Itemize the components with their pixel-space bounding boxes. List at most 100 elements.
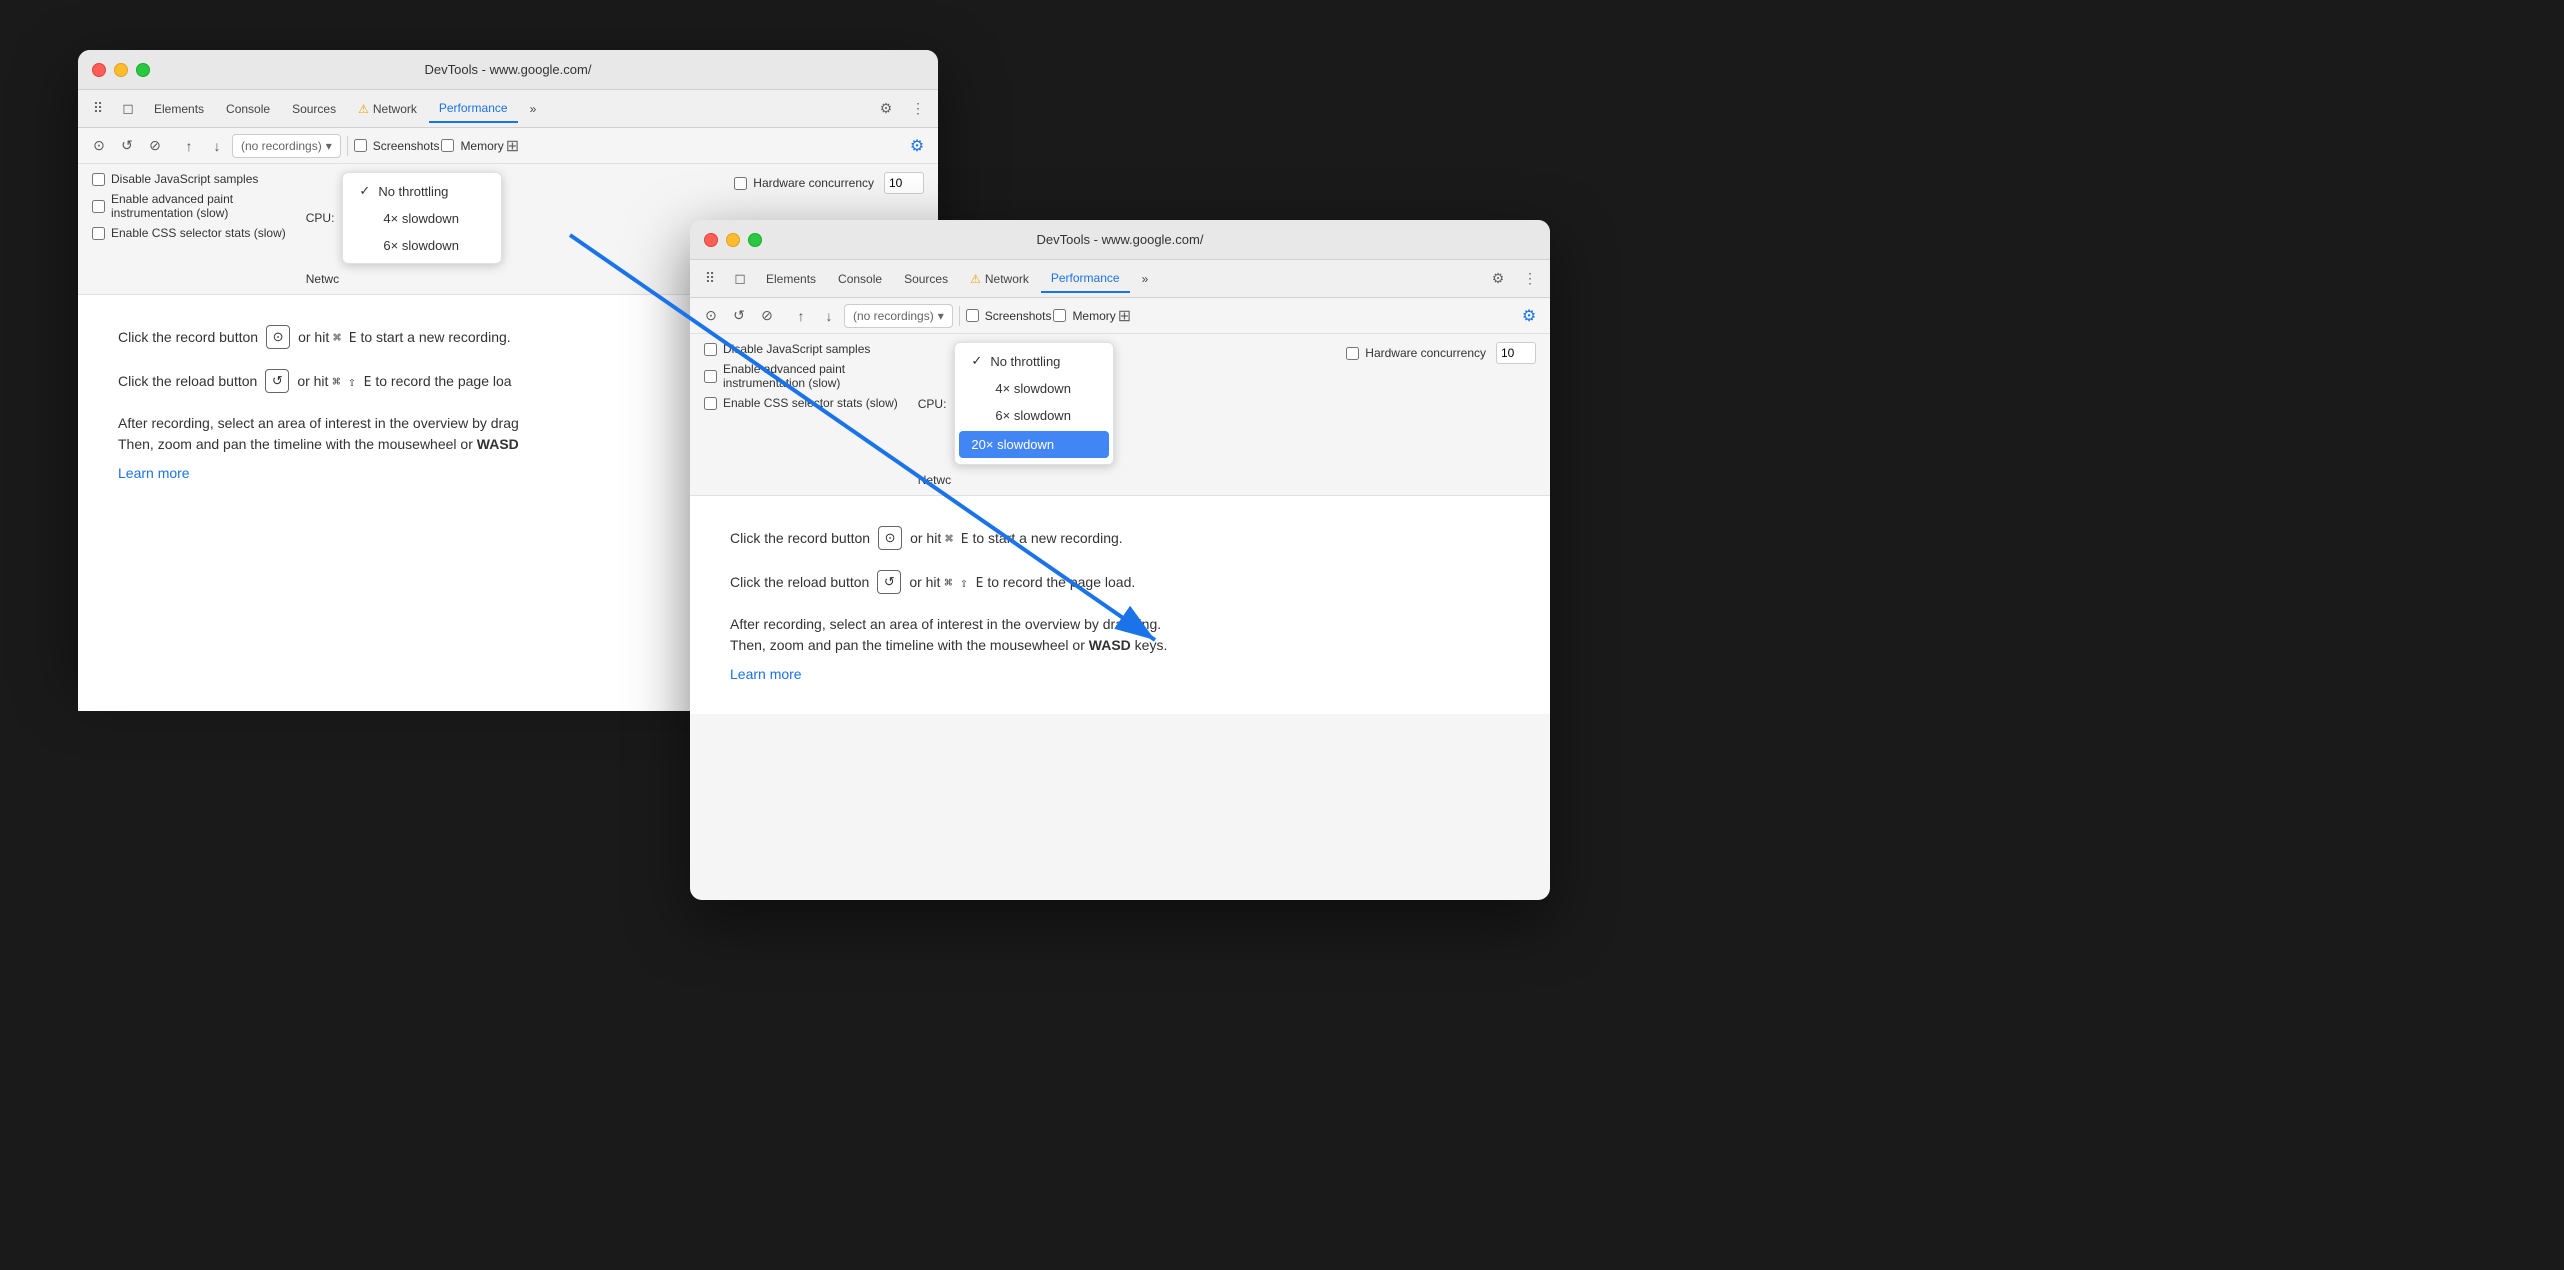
toolbar-front: ⊙ ↺ ⊘ ↑ ↓ (no recordings) ▾ Screenshots … [690,298,1550,334]
settings-row-left-back: Disable JavaScript samples Enable advanc… [92,172,286,240]
recordings-dropdown-back[interactable]: (no recordings) ▾ [232,134,341,158]
learn-more-back[interactable]: Learn more [118,465,190,481]
separator1-front [959,306,960,326]
close-button-back[interactable] [92,63,106,77]
dropdown-no-throttling-back[interactable]: ✓ No throttling [343,177,501,205]
main-content-front: Click the record button ⊙ or hit ⌘ E to … [690,496,1550,714]
minimize-button-back[interactable] [114,63,128,77]
css-selector-front[interactable]: Enable CSS selector stats (slow) [704,396,898,410]
reload-btn-front[interactable]: ↺ [726,303,752,329]
dropdown-4x-front[interactable]: 4× slowdown [955,375,1113,402]
hardware-concurrency-back[interactable]: Hardware concurrency [734,176,874,190]
screenshots-checkbox-front[interactable]: Screenshots [966,309,1052,323]
screenshots-checkbox-back[interactable]: Screenshots [354,139,440,153]
concurrency-input-front[interactable] [1496,342,1536,364]
tab-console-front[interactable]: Console [828,265,892,293]
record-icon-inline-back: ⊙ [266,325,290,349]
dropdown-no-throttling-front[interactable]: ✓ No throttling [955,347,1113,375]
traffic-lights-back [92,63,150,77]
recordings-dropdown-front[interactable]: (no recordings) ▾ [844,304,953,328]
warning-icon-front: ⚠ [970,272,981,286]
maximize-button-front[interactable] [748,233,762,247]
memory-check-back[interactable] [441,139,454,152]
network-row-front: Netwc [918,473,1115,487]
record-btn-front[interactable]: ⊙ [698,303,724,329]
dropdown-20x-front[interactable]: 20× slowdown [959,431,1109,458]
cpu-area-front: CPU: ✓ No throttling 4× slowdown [918,342,1115,487]
gear-btn-front[interactable]: ⚙ [1516,303,1542,329]
memory-check-front[interactable] [1053,309,1066,322]
cpu-dropdown-front[interactable]: ✓ No throttling 4× slowdown 6× slowdown [954,342,1114,465]
tab-more-front[interactable]: » [1132,265,1159,293]
tab-elements-back[interactable]: Elements [144,95,214,123]
chevron-icon-front: ▾ [938,309,944,323]
devtools-icon-back[interactable]: ⠿ [84,95,112,123]
tab-network-front[interactable]: ⚠ Network [960,265,1039,293]
css-selector-back[interactable]: Enable CSS selector stats (slow) [92,226,286,240]
hardware-concurrency-front[interactable]: Hardware concurrency [1346,346,1486,360]
more-icon-front[interactable]: ⋮ [1516,265,1544,293]
disable-js-front[interactable]: Disable JavaScript samples [704,342,898,356]
dropdown-6x-back[interactable]: 6× slowdown [343,232,501,259]
memory-checkbox-front[interactable]: Memory [1053,309,1115,323]
tab-sources-front[interactable]: Sources [894,265,958,293]
tab-right-back: ⚙ ⋮ [872,95,932,123]
advanced-paint-back[interactable]: Enable advanced paintinstrumentation (sl… [92,192,286,220]
network-row-back: Netwc [306,272,503,286]
window-title-front: DevTools - www.google.com/ [1037,232,1204,247]
memory-icon-front: ⊞ [1118,306,1131,326]
tab-more-back[interactable]: » [520,95,547,123]
tab-performance-front[interactable]: Performance [1041,265,1130,293]
record-btn-back[interactable]: ⊙ [86,133,112,159]
devtools-window-front: DevTools - www.google.com/ ⠿ ◻ Elements … [690,220,1550,900]
reload-btn-back[interactable]: ↺ [114,133,140,159]
cpu-area-back: CPU: ✓ No throttling 4× slowdown [306,172,503,286]
toolbar-right-back: ⚙ [904,133,930,159]
tab-performance-back[interactable]: Performance [429,95,518,123]
settings-icon-back[interactable]: ⚙ [872,95,900,123]
tab-console-back[interactable]: Console [216,95,280,123]
inspect-icon-back[interactable]: ◻ [114,95,142,123]
download-btn-back[interactable]: ↓ [204,133,230,159]
clear-btn-back[interactable]: ⊘ [142,133,168,159]
more-icon-back[interactable]: ⋮ [904,95,932,123]
close-button-front[interactable] [704,233,718,247]
gear-btn-back[interactable]: ⚙ [904,133,930,159]
cpu-row-front: CPU: ✓ No throttling 4× slowdown [918,342,1115,465]
reload-instruction-front: Click the reload button ↺ or hit ⌘ ⇧ E t… [730,570,1510,594]
tab-network-back[interactable]: ⚠ Network [348,95,427,123]
reload-icon-inline-front: ↺ [877,570,901,594]
settings-icon-front[interactable]: ⚙ [1484,265,1512,293]
check-icon-back: ✓ [359,183,370,199]
download-btn-front[interactable]: ↓ [816,303,842,329]
learn-more-front[interactable]: Learn more [730,666,802,682]
window-title-back: DevTools - www.google.com/ [425,62,592,77]
clear-btn-front[interactable]: ⊘ [754,303,780,329]
screenshots-check-back[interactable] [354,139,367,152]
right-settings-back: Hardware concurrency [734,172,924,194]
inspect-icon-front[interactable]: ◻ [726,265,754,293]
devtools-icon-front[interactable]: ⠿ [696,265,724,293]
minimize-button-front[interactable] [726,233,740,247]
traffic-lights-front [704,233,762,247]
description-front: After recording, select an area of inter… [730,614,1510,656]
screenshots-check-front[interactable] [966,309,979,322]
separator1-back [347,136,348,156]
record-icon-inline-front: ⊙ [878,526,902,550]
tab-elements-front[interactable]: Elements [756,265,826,293]
concurrency-input-back[interactable] [884,172,924,194]
reload-icon-inline-back: ↺ [265,369,289,393]
tab-bar-back: ⠿ ◻ Elements Console Sources ⚠ Network P… [78,90,938,128]
upload-btn-back[interactable]: ↑ [176,133,202,159]
cpu-dropdown-back[interactable]: ✓ No throttling 4× slowdown 6× slowdown [342,172,502,264]
tab-sources-back[interactable]: Sources [282,95,346,123]
maximize-button-back[interactable] [136,63,150,77]
advanced-paint-front[interactable]: Enable advanced paintinstrumentation (sl… [704,362,898,390]
memory-checkbox-back[interactable]: Memory [441,139,503,153]
dropdown-6x-front[interactable]: 6× slowdown [955,402,1113,429]
upload-btn-front[interactable]: ↑ [788,303,814,329]
warning-icon-back: ⚠ [358,102,369,116]
dropdown-4x-back[interactable]: 4× slowdown [343,205,501,232]
disable-js-back[interactable]: Disable JavaScript samples [92,172,286,186]
memory-icon-back: ⊞ [506,136,519,156]
